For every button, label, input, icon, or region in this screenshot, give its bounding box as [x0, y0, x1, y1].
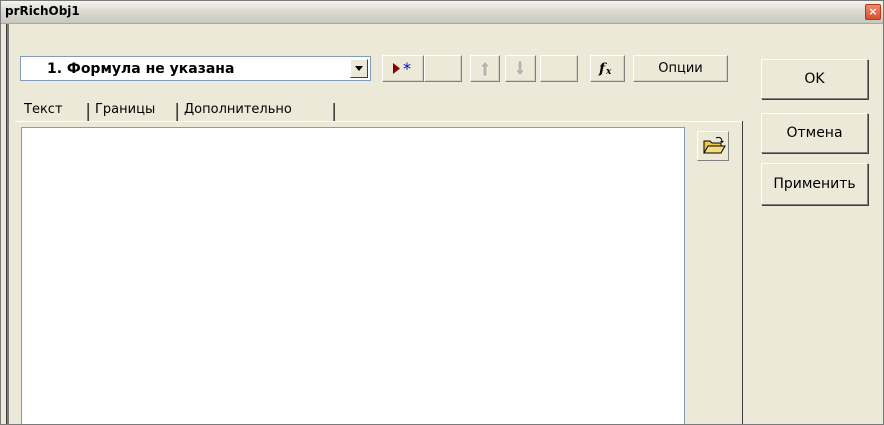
tab-divider — [176, 103, 177, 121]
title-bar[interactable]: prRichObj1 × — [1, 1, 883, 24]
options-button-label: Опции — [658, 61, 703, 76]
close-button[interactable]: × — [865, 4, 881, 20]
tab-panel-border-right — [742, 121, 743, 424]
ok-button-label: OK — [804, 71, 825, 87]
tab-divider — [333, 103, 334, 121]
dropdown-arrow-button[interactable] — [350, 59, 368, 78]
ok-button[interactable]: OK — [761, 59, 868, 99]
tab-text[interactable]: Текст — [18, 99, 88, 121]
tab-borders-label: Границы — [95, 102, 156, 117]
apply-button-label: Применить — [773, 176, 856, 192]
tab-borders[interactable]: Границы — [89, 99, 177, 121]
tab-text-label: Текст — [24, 102, 63, 117]
move-down-button[interactable] — [505, 55, 536, 82]
toolbar-blank-button-2[interactable] — [540, 55, 578, 82]
svg-text:*: * — [403, 59, 411, 78]
left-edge — [6, 24, 9, 424]
function-fx-icon: f x — [598, 61, 612, 77]
formula-select[interactable]: 1. Формула не указана — [20, 56, 371, 81]
svg-text:x: x — [605, 67, 612, 77]
function-button[interactable]: f x — [590, 55, 625, 82]
cancel-button[interactable]: Отмена — [761, 113, 868, 153]
add-formula-button[interactable]: * — [382, 55, 424, 82]
tab-divider — [87, 103, 88, 121]
chevron-down-icon — [355, 66, 363, 71]
tab-panel-border — [15, 121, 743, 122]
dialog-window: prRichObj1 × 1. Формула не указана * f x… — [0, 0, 884, 425]
apply-button[interactable]: Применить — [761, 163, 868, 205]
options-button[interactable]: Опции — [633, 55, 728, 82]
arrow-down-icon — [514, 60, 526, 77]
formula-select-value: 1. Формула не указана — [47, 61, 235, 77]
tab-additional[interactable]: Дополнительно — [178, 99, 334, 121]
cancel-button-label: Отмена — [786, 125, 843, 141]
rich-text-editor[interactable] — [21, 127, 685, 424]
open-folder-icon — [703, 136, 726, 154]
toolbar-blank-button-1[interactable] — [424, 55, 462, 82]
window-title: prRichObj1 — [5, 4, 80, 18]
arrow-up-icon — [479, 60, 491, 77]
add-formula-icon: * — [393, 59, 411, 78]
tab-additional-label: Дополнительно — [184, 102, 292, 117]
move-up-button[interactable] — [470, 55, 500, 82]
open-file-button[interactable] — [697, 131, 729, 161]
